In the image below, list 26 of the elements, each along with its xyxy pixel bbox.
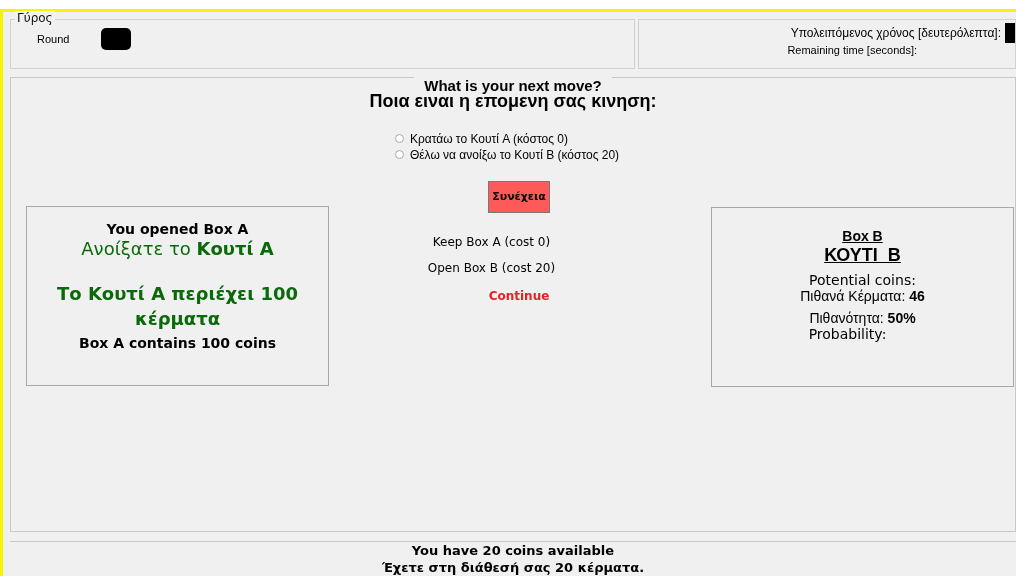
- option-label: Open Box B (cost 20): [427, 260, 556, 275]
- coins-label: Potential coins:: [809, 271, 916, 288]
- time-value-field: [1005, 23, 1015, 43]
- coins-value: Πιθανά Κέρματα: 46: [800, 287, 925, 304]
- box-b-title: Box B: [842, 227, 883, 244]
- coins-available: You have 20 coins available: [411, 542, 615, 559]
- radio-button[interactable]: [394, 150, 404, 160]
- box-a-title: You opened Box A: [106, 220, 249, 237]
- radio-option[interactable]: Κρατάω το Κουτί A (κόστος 0): [394, 131, 620, 146]
- continue-label: Continue: [488, 288, 550, 303]
- probability-label: Probability:: [808, 325, 887, 342]
- time-label: Υπολειπόμενος χρόνος [δευτερόλεπτα]:: [790, 26, 1001, 40]
- radio-label[interactable]: Κρατάω το Κουτί A (κόστος 0): [409, 131, 568, 146]
- continue-button[interactable]: Συνέχεια: [488, 180, 550, 213]
- option-label: Keep Box A (cost 0): [432, 234, 551, 249]
- box-b-title-greek: ΚΟΥΤΙ Β: [824, 244, 901, 266]
- box-a-contents-greek: Το Κουτί A περιέχει 100 κέρματα: [56, 281, 299, 331]
- time-label: Remaining time [seconds]:: [787, 44, 917, 56]
- radio-button[interactable]: [394, 134, 404, 144]
- round-legend: Γύρος: [15, 11, 55, 25]
- coins-available-greek: Έχετε στη διάθεσή σας 20 κέρματα.: [381, 559, 645, 576]
- box-a-title-greek: Ανοίξατε το Κουτί A: [81, 237, 274, 259]
- box-a-contents: Box A contains 100 coins: [79, 334, 276, 351]
- probability-value: Πιθανότητα: 50%: [809, 309, 916, 326]
- round-label: Round: [37, 33, 70, 45]
- round-value-field: [101, 28, 132, 50]
